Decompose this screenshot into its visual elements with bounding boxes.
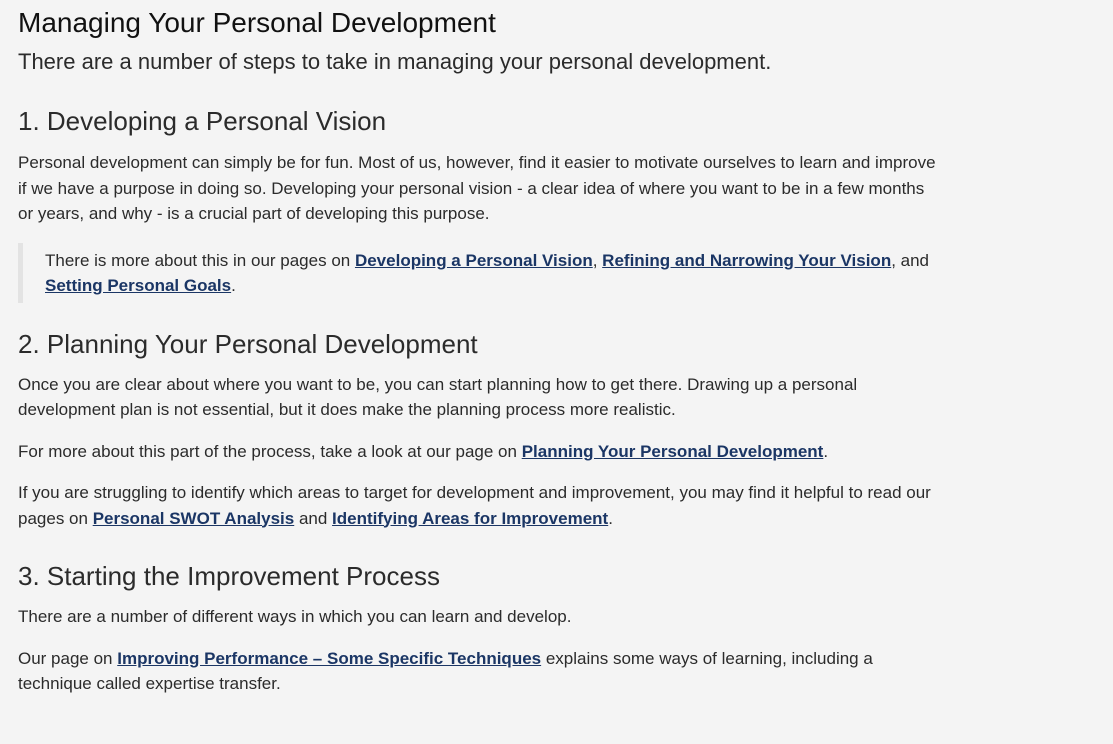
section-paragraph: Personal development can simply be for f… [18,153,936,223]
link-identifying-areas-improvement[interactable]: Identifying Areas for Improvement [332,509,608,528]
section-paragraph: If you are struggling to identify which … [18,480,943,531]
section-heading-improvement-process: 3. Starting the Improvement Process [18,561,440,591]
text-end: . [231,276,236,295]
text-end: . [608,508,613,528]
section-heading-developing-vision: 1. Developing a Personal Vision [18,106,387,136]
lead-paragraph: There are a number of steps to take in m… [18,49,772,74]
related-pages-callout: There is more about this in our pages on… [18,242,943,303]
section-heading-planning: 2. Planning Your Personal Development [18,328,478,359]
link-planning-personal-development[interactable]: Planning Your Personal Development [522,442,824,461]
paragraph-intro: Our page on [18,648,118,668]
article-content: Managing Your Personal Development There… [18,6,943,697]
text-separator: , and [891,250,930,270]
link-developing-personal-vision[interactable]: Developing a Personal Vision [355,251,593,270]
section-paragraph: There are a number of different ways in … [18,607,572,626]
text-separator: , [592,250,603,270]
link-personal-swot-analysis[interactable]: Personal SWOT Analysis [93,509,295,528]
section-paragraph: Our page on Improving Performance – Some… [18,646,943,697]
callout-intro: There is more about this in our pages on [45,250,355,270]
text-separator: and [294,508,333,528]
link-refining-narrowing-vision[interactable]: Refining and Narrowing Your Vision [602,251,891,270]
link-improving-performance-techniques[interactable]: Improving Performance – Some Specific Te… [117,649,541,668]
paragraph-intro: For more about this part of the process,… [18,441,522,461]
section-paragraph: Once you are clear about where you want … [18,374,858,420]
page-title: Managing Your Personal Development [18,7,496,38]
text-end: . [823,441,829,461]
link-setting-personal-goals[interactable]: Setting Personal Goals [45,276,231,295]
section-paragraph: For more about this part of the process,… [18,439,943,465]
callout-text: There is more about this in our pages on… [45,248,943,299]
article-page: Managing Your Personal Development There… [0,0,1113,744]
